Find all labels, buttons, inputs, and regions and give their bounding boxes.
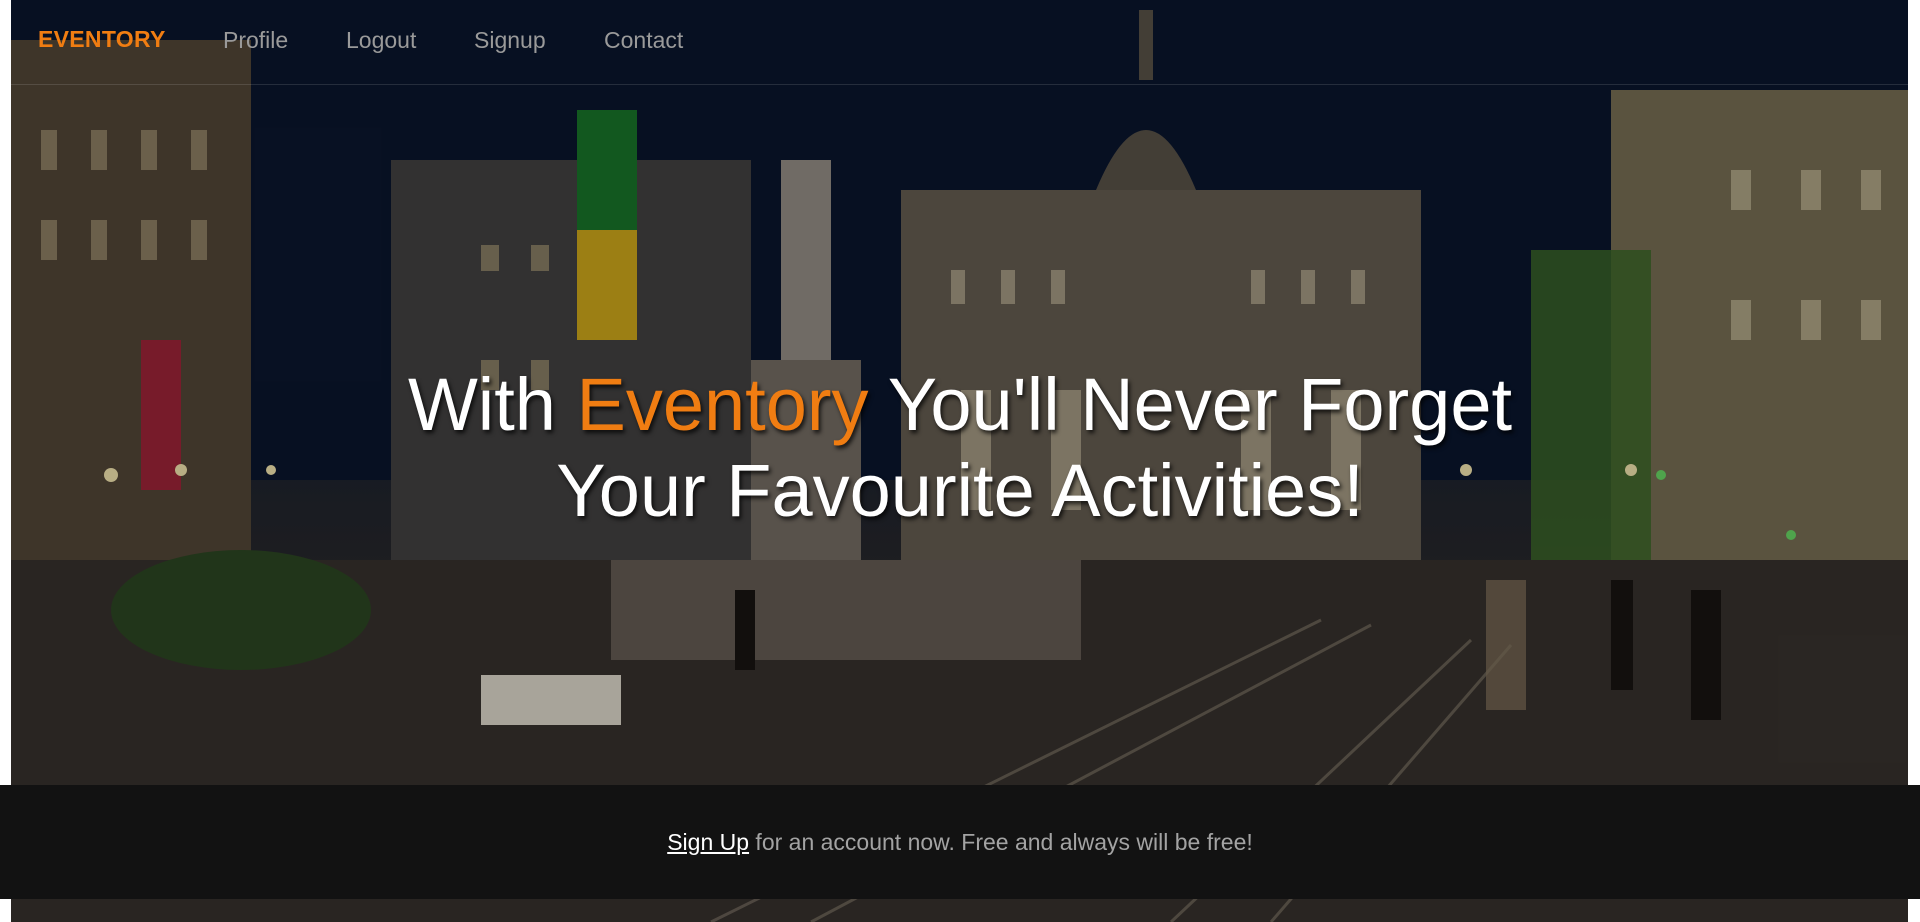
hero-headline: With Eventory You'll Never Forget Your F…: [0, 362, 1920, 534]
nav-link-logout[interactable]: Logout: [346, 27, 416, 54]
navbar-divider: [0, 84, 1920, 85]
signup-banner: Sign Up for an account now. Free and alw…: [0, 785, 1920, 899]
nav-link-contact[interactable]: Contact: [604, 27, 683, 54]
nav-link-signup[interactable]: Signup: [474, 27, 546, 54]
hero-headline-part1: With: [407, 362, 577, 446]
hero-headline-part2: You'll Never Forget: [868, 362, 1513, 446]
top-navbar: EVENTORY Profile Logout Signup Contact: [0, 0, 1920, 85]
hero-headline-line2: Your Favourite Activities!: [556, 448, 1364, 532]
signup-banner-text: Sign Up for an account now. Free and alw…: [0, 829, 1920, 856]
signup-link[interactable]: Sign Up: [667, 829, 749, 855]
hero-headline-brand: Eventory: [576, 362, 869, 446]
brand-logo-link[interactable]: EVENTORY: [38, 26, 166, 53]
signup-banner-message: for an account now. Free and always will…: [749, 829, 1253, 855]
nav-link-profile[interactable]: Profile: [223, 27, 288, 54]
page: EVENTORY Profile Logout Signup Contact W…: [0, 0, 1920, 922]
